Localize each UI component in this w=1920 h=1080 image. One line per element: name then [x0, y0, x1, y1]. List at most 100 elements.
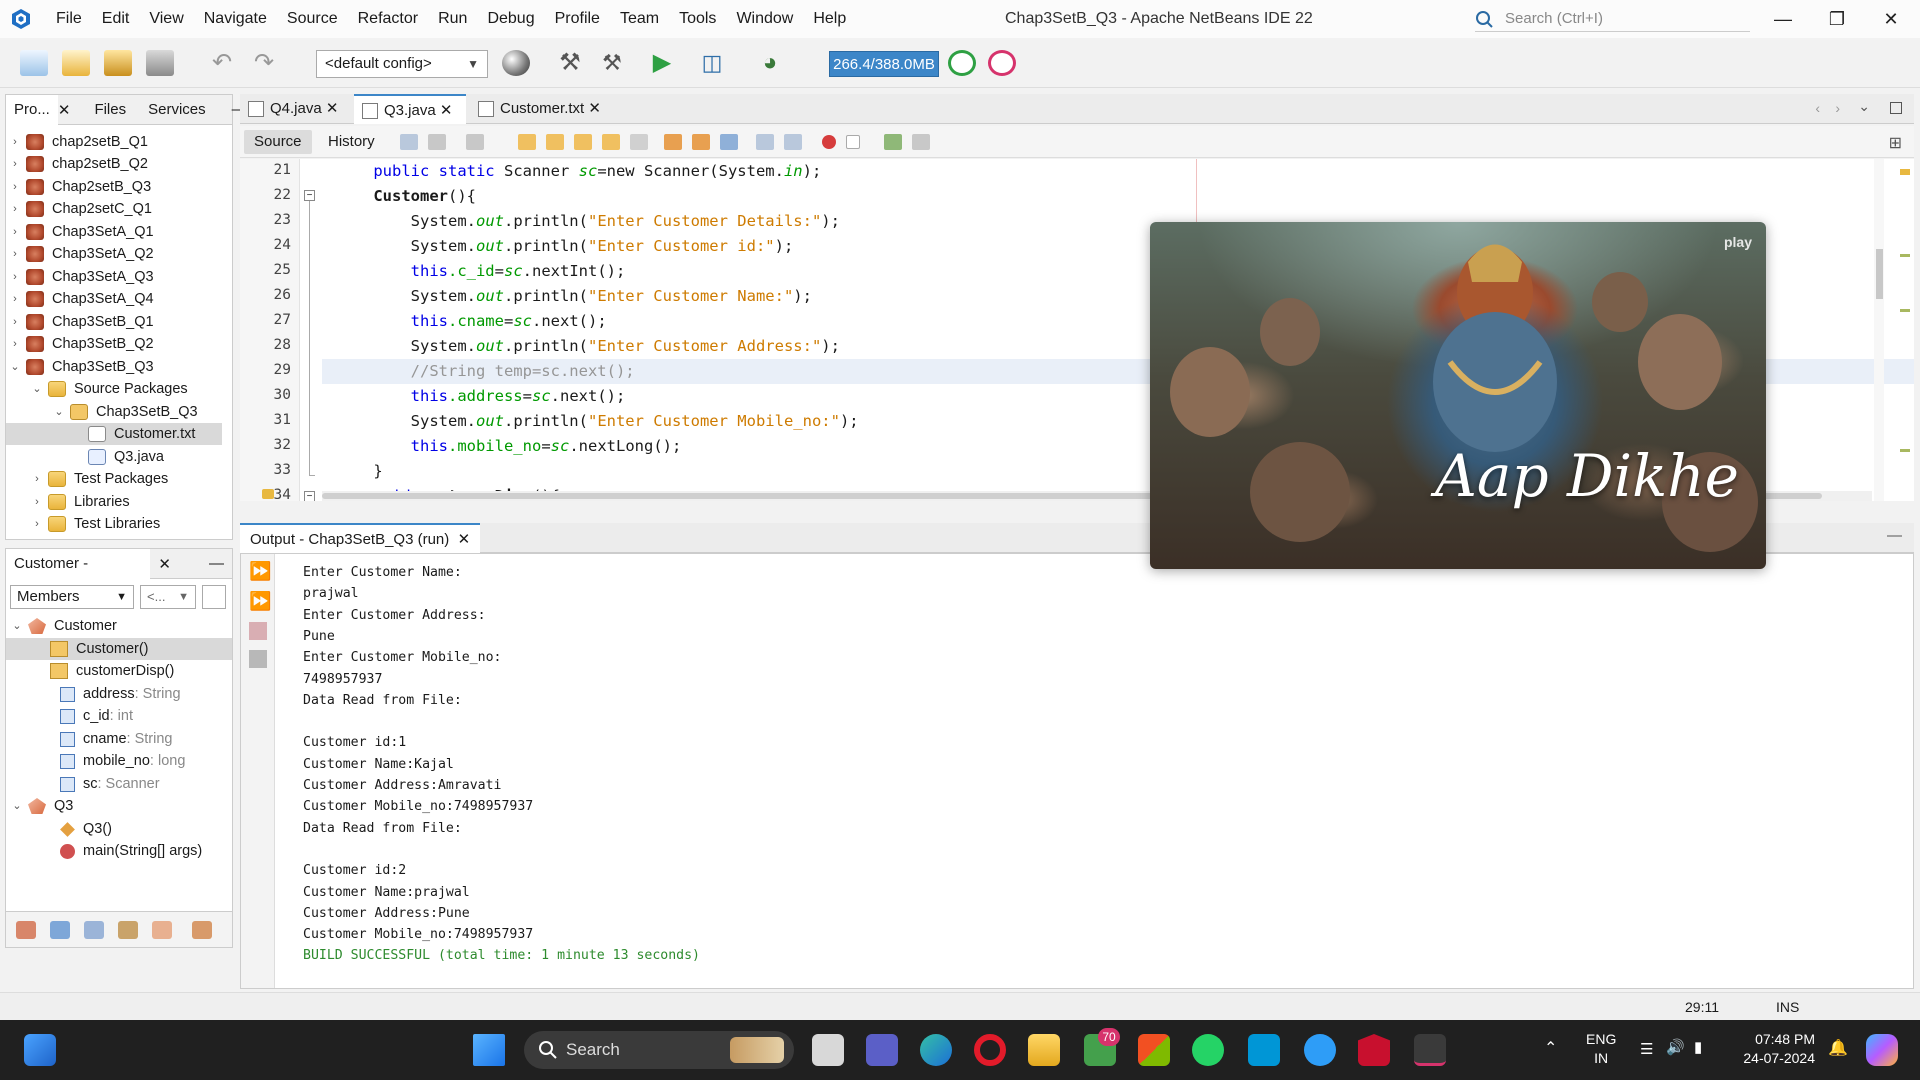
shift-right-icon[interactable]: [784, 134, 802, 150]
edge-icon[interactable]: [920, 1034, 952, 1066]
volume-icon[interactable]: 🔊: [1666, 1038, 1685, 1056]
rectangular-select-icon[interactable]: [630, 134, 648, 150]
find-previous-icon[interactable]: [546, 134, 564, 150]
stop-macro-icon[interactable]: [846, 135, 860, 149]
teams-icon[interactable]: [866, 1034, 898, 1066]
tree-item[interactable]: › Test Libraries: [30, 513, 160, 535]
last-edit-icon[interactable]: [400, 134, 418, 150]
microsoft-store-icon[interactable]: [1138, 1034, 1170, 1066]
nav-member[interactable]: c_id : int: [60, 705, 133, 727]
tree-item[interactable]: › chap2setB_Q1: [8, 131, 148, 153]
close-icon[interactable]: ✕: [150, 555, 179, 573]
open-project-icon[interactable]: [104, 50, 132, 76]
scope-filter-select[interactable]: <... ▼: [140, 585, 196, 609]
nav-class-q3[interactable]: ⌄ Q3: [10, 795, 73, 817]
tree-item[interactable]: › Chap3SetA_Q3: [8, 266, 154, 288]
menu-navigate[interactable]: Navigate: [194, 0, 277, 38]
close-window-button[interactable]: ✕: [1868, 0, 1914, 38]
filter-fields-icon[interactable]: [50, 921, 70, 939]
toggle-highlight-icon[interactable]: [602, 134, 620, 150]
menu-source[interactable]: Source: [277, 0, 348, 38]
menu-tools[interactable]: Tools: [669, 0, 726, 38]
editor-vertical-scrollbar[interactable]: [1874, 159, 1884, 501]
record-macro-icon[interactable]: [822, 135, 836, 149]
menu-help[interactable]: Help: [803, 0, 856, 38]
filter-inherited-icon[interactable]: [16, 921, 36, 939]
clean-build-icon[interactable]: ⚒: [598, 50, 626, 76]
menu-view[interactable]: View: [139, 0, 193, 38]
mcafee-icon[interactable]: [1358, 1034, 1390, 1066]
output-console[interactable]: ⏩ ⏩ Enter Customer Name: prajwal Enter Cus…: [240, 553, 1914, 989]
nav-member[interactable]: customerDisp(): [50, 660, 174, 682]
opera-icon[interactable]: [974, 1034, 1006, 1066]
tree-item[interactable]: ⌄ Chap3SetB_Q3: [52, 401, 198, 423]
configuration-select[interactable]: <default config> ▼: [316, 50, 488, 78]
build-hammer-icon[interactable]: ⚒: [556, 50, 584, 76]
tree-item-selected[interactable]: Customer.txt: [88, 423, 195, 445]
battery-icon[interactable]: ▮: [1694, 1038, 1702, 1056]
save-all-icon[interactable]: [146, 50, 174, 76]
nav-member[interactable]: address : String: [60, 683, 181, 705]
tree-item[interactable]: › Chap3SetA_Q4: [8, 288, 154, 310]
netbeans-taskbar-icon[interactable]: [1414, 1034, 1446, 1066]
run-icon[interactable]: ▶: [648, 50, 676, 76]
tab-source[interactable]: Source: [244, 130, 312, 154]
close-icon[interactable]: ✕: [326, 100, 339, 117]
settings-icon[interactable]: [202, 585, 226, 609]
close-icon[interactable]: ✕: [440, 102, 453, 119]
tree-item[interactable]: › Chap3SetA_Q1: [8, 221, 154, 243]
tab-output-run[interactable]: Output - Chap3SetB_Q3 (run) ✕: [240, 523, 481, 553]
menu-debug[interactable]: Debug: [477, 0, 544, 38]
find-next-icon[interactable]: [574, 134, 592, 150]
tree-item[interactable]: › Chap2setB_Q3: [8, 176, 151, 198]
menu-edit[interactable]: Edit: [92, 0, 140, 38]
previous-bookmark-icon[interactable]: [664, 134, 682, 150]
nav-member[interactable]: cname : String: [60, 728, 172, 750]
menu-run[interactable]: Run: [428, 0, 477, 38]
error-stripe-marker[interactable]: [1900, 169, 1910, 175]
insert-mode[interactable]: INS: [1776, 993, 1799, 1021]
nav-member[interactable]: mobile_no : long: [60, 750, 185, 772]
clock[interactable]: 07:48 PM 24-07-2024: [1735, 1030, 1815, 1068]
tree-item[interactable]: › chap2setB_Q2: [8, 153, 148, 175]
scroll-thumb[interactable]: [1876, 249, 1883, 299]
ide-search-input[interactable]: Search (Ctrl+I): [1475, 6, 1750, 32]
split-editor-icon[interactable]: ⊞: [1889, 133, 1902, 153]
rerun-icon[interactable]: ⏩: [249, 562, 271, 580]
memory-usage-bar[interactable]: 266.4/388.0MB: [829, 51, 939, 77]
maximize-button[interactable]: ❐: [1814, 0, 1860, 38]
menu-team[interactable]: Team: [610, 0, 669, 38]
wifi-icon[interactable]: ☰: [1640, 1040, 1653, 1058]
stop-icon[interactable]: [249, 622, 267, 640]
new-file-icon[interactable]: [20, 50, 48, 76]
menu-window[interactable]: Window: [726, 0, 803, 38]
widgets-icon[interactable]: [24, 1034, 56, 1066]
collapse-fold-icon[interactable]: −: [304, 190, 315, 201]
tab-services[interactable]: Services: [140, 101, 214, 118]
tree-item[interactable]: Q3.java: [88, 446, 164, 468]
error-stripe-marker[interactable]: [1900, 309, 1910, 312]
close-icon[interactable]: ✕: [458, 531, 471, 548]
minimize-panel-icon[interactable]: —: [1887, 527, 1902, 544]
floating-video-player[interactable]: play Aap Dikhe: [1150, 222, 1766, 569]
next-bookmark-icon[interactable]: [692, 134, 710, 150]
forward-icon[interactable]: [466, 134, 484, 150]
menu-file[interactable]: File: [46, 0, 92, 38]
nav-member[interactable]: Q3(): [60, 818, 112, 840]
tree-item[interactable]: › Libraries: [30, 491, 130, 513]
language-indicator[interactable]: ENG IN: [1586, 1030, 1616, 1068]
collapse-fold-icon[interactable]: −: [304, 491, 315, 501]
nav-member[interactable]: Customer(): [50, 638, 149, 660]
debug-icon[interactable]: ◫: [698, 50, 726, 76]
tree-item[interactable]: › Chap3SetB_Q2: [8, 333, 154, 355]
comment-icon[interactable]: [884, 134, 902, 150]
close-icon[interactable]: ✕: [58, 101, 77, 119]
menu-profile[interactable]: Profile: [545, 0, 610, 38]
scroll-tabs-left-icon[interactable]: ‹: [1815, 100, 1820, 116]
new-project-icon[interactable]: [62, 50, 90, 76]
scroll-tabs-right-icon[interactable]: ›: [1835, 100, 1840, 116]
sort-icon[interactable]: [192, 921, 212, 939]
taskbar-search[interactable]: Search: [524, 1031, 794, 1069]
close-icon[interactable]: ✕: [588, 100, 601, 117]
find-icon[interactable]: [518, 134, 536, 150]
